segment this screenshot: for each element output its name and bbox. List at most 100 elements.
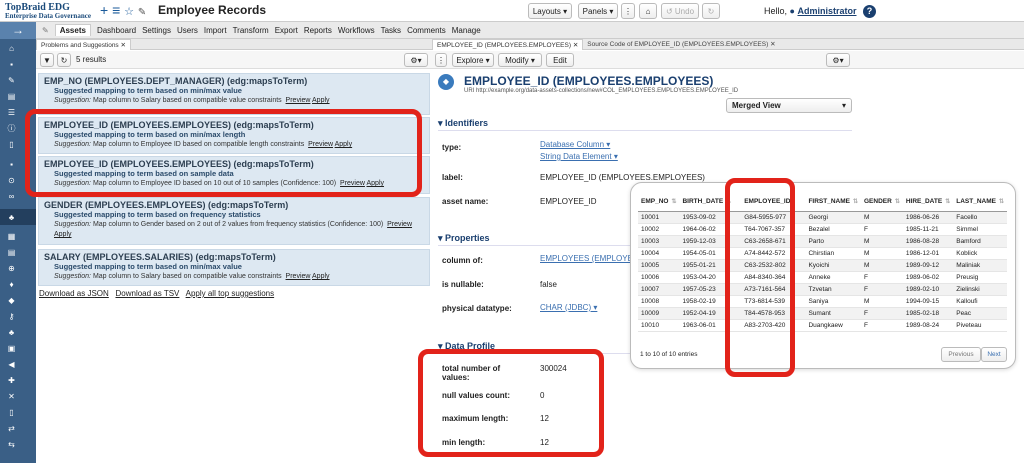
globe-icon[interactable]: ⊕ — [6, 263, 17, 274]
undo-button[interactable]: ↺ Undo — [661, 3, 699, 19]
preview-link[interactable]: Preview — [286, 97, 311, 104]
menu-reports[interactable]: Reports — [304, 26, 332, 35]
menu-settings[interactable]: Settings — [142, 26, 171, 35]
document-icon[interactable]: ▯ — [6, 139, 17, 150]
more-options-icon[interactable]: ⋮ — [435, 53, 447, 67]
refresh-icon[interactable]: ↻ — [57, 53, 71, 67]
col-gender-label: GENDER — [864, 198, 892, 206]
link-icon[interactable]: ∞ — [6, 191, 17, 202]
col-birth-date-label: BIRTH_DATE — [682, 198, 724, 206]
apply-all-link[interactable]: Apply all top suggestions — [186, 289, 275, 298]
help-icon[interactable]: ? — [863, 5, 877, 18]
users-icon[interactable]: ♣ — [6, 212, 17, 223]
sitemap-icon[interactable]: ♣ — [6, 327, 17, 338]
tab-problems-suggestions[interactable]: Problems and Suggestions ✕ — [36, 38, 131, 50]
edit-button[interactable]: Edit — [546, 53, 574, 67]
cell-hire-date: 1986-06-26 — [902, 211, 954, 224]
is-nullable-value: false — [540, 280, 557, 289]
table-icon[interactable]: ▤ — [6, 247, 17, 258]
menu-import[interactable]: Import — [204, 26, 227, 35]
folder-icon[interactable]: ▪ — [6, 59, 17, 70]
wrench-icon[interactable]: ✎ — [138, 7, 146, 18]
key-icon[interactable]: ⚷ — [6, 311, 17, 322]
panel-gear-icon[interactable]: ⚙▾ — [826, 53, 850, 67]
shuffle-icon[interactable]: ⇄ — [6, 423, 17, 434]
home-button[interactable]: ⌂ — [639, 3, 657, 19]
clipboard-icon[interactable]: ▯ — [6, 407, 17, 418]
cell-hire-date: 1986-12-01 — [902, 247, 954, 260]
physical-datatype-value[interactable]: CHAR (JDBC) ▾ — [540, 303, 597, 312]
sort-icon: ⇅ — [671, 199, 677, 206]
col-header-first-name[interactable]: FIRST_NAME ⇅ — [800, 193, 861, 212]
bulb-icon[interactable]: ♦ — [6, 279, 17, 290]
col-header-emp-no[interactable]: EMP_NO ⇅ — [638, 193, 680, 212]
cell-last-name: Zielinski — [953, 283, 1007, 296]
menu-transform[interactable]: Transform — [233, 26, 269, 35]
cell-first-name: Chirstian — [800, 247, 861, 260]
table-row: 10006 1953-04-20 A84-8340-364 Anneke F 1989-0… — [638, 271, 1007, 284]
layouts-button[interactable]: Layouts ▾ — [528, 3, 572, 19]
preview-link[interactable]: Preview — [387, 221, 412, 228]
modify-button[interactable]: Modify ▾ — [498, 53, 542, 67]
section-identifiers[interactable]: ▾ Identifiers — [438, 118, 488, 129]
view-select[interactable]: Merged View ▾ — [726, 98, 852, 113]
menu-comments[interactable]: Comments — [407, 26, 446, 35]
menu-assets[interactable]: Assets — [54, 24, 91, 36]
type-value-database-column[interactable]: Database Column ▾ — [540, 140, 610, 149]
menu-users[interactable]: Users — [177, 26, 198, 35]
settings-gear-icon[interactable]: ⚙▾ — [404, 53, 428, 67]
shield-icon[interactable]: ◆ — [6, 295, 17, 306]
info-icon[interactable]: ⓘ — [6, 123, 17, 134]
suggestion-item: SALARY (EMPLOYEES.SALARIES) (edg:mapsToT… — [38, 249, 430, 286]
menu-workflows[interactable]: Workflows — [338, 26, 375, 35]
filter-icon[interactable]: ▼ — [40, 53, 54, 67]
apply-link[interactable]: Apply — [312, 97, 330, 104]
menu-manage[interactable]: Manage — [452, 26, 481, 35]
home-icon[interactable]: ⌂ — [6, 43, 17, 54]
redo-button[interactable]: ↻ — [702, 3, 720, 19]
grid-icon[interactable]: ▦ — [6, 231, 17, 242]
previous-button[interactable]: Previous — [941, 347, 981, 362]
list-icon[interactable]: ☰ — [6, 107, 17, 118]
apply-link[interactable]: Apply — [312, 273, 330, 280]
search-icon[interactable]: ⊙ — [6, 175, 17, 186]
cell-gender: F — [861, 223, 903, 236]
menu-dashboard[interactable]: Dashboard — [97, 26, 136, 35]
panels-button[interactable]: Panels ▾ — [578, 3, 618, 19]
explore-button[interactable]: Explore ▾ — [452, 53, 494, 67]
cube-icon[interactable]: ▣ — [6, 343, 17, 354]
menu-tasks[interactable]: Tasks — [381, 26, 401, 35]
download-json-link[interactable]: Download as JSON — [39, 289, 109, 298]
sort-icon: ⇅ — [998, 199, 1004, 206]
chart-icon[interactable]: ▤ — [6, 91, 17, 102]
user-name[interactable]: Administrator — [797, 6, 856, 16]
col-header-hire-date[interactable]: HIRE_DATE ⇅ — [902, 193, 954, 212]
menu-export[interactable]: Export — [275, 26, 298, 35]
expand-arrow-icon[interactable]: → — [0, 22, 36, 39]
add-icon[interactable]: + — [100, 2, 108, 18]
tool-icon[interactable]: ✎ — [6, 75, 17, 86]
section-properties[interactable]: ▾ Properties — [438, 233, 490, 244]
logo-subtitle: Enterprise Data Governance — [5, 12, 91, 20]
more-button[interactable]: ⋮ — [621, 3, 635, 19]
cart-icon[interactable]: ⇆ — [6, 439, 17, 450]
apply-link[interactable]: Apply — [54, 231, 72, 238]
col-header-gender[interactable]: GENDER ⇅ — [861, 193, 903, 212]
menu-icon[interactable]: ≡ — [112, 2, 120, 18]
download-tsv-link[interactable]: Download as TSV — [115, 289, 179, 298]
box-icon[interactable]: ▪ — [6, 159, 17, 170]
star-icon[interactable]: ☆ — [124, 6, 134, 18]
puzzle-icon[interactable]: ✚ — [6, 375, 17, 386]
cross-icon[interactable]: ✕ — [6, 391, 17, 402]
tab-source-code[interactable]: Source Code of EMPLOYEE_ID (EMPLOYEES.EM… — [583, 40, 779, 48]
caret-down-icon: ▾ — [438, 233, 446, 243]
next-button[interactable]: Next — [981, 347, 1007, 362]
tag-icon[interactable]: ◀ — [6, 359, 17, 370]
type-value-string-data-element[interactable]: String Data Element ▾ — [540, 152, 618, 161]
suggestion-detail: Map column to Salary based on compatible… — [92, 273, 282, 280]
left-tab-header: Problems and Suggestions ✕ — [36, 38, 432, 50]
preview-link[interactable]: Preview — [286, 273, 311, 280]
undo-label: Undo — [674, 6, 695, 16]
tab-employee-id[interactable]: EMPLOYEE_ID (EMPLOYEES.EMPLOYEES) ✕ — [432, 38, 584, 50]
col-header-last-name[interactable]: LAST_NAME ⇅ — [953, 193, 1007, 212]
